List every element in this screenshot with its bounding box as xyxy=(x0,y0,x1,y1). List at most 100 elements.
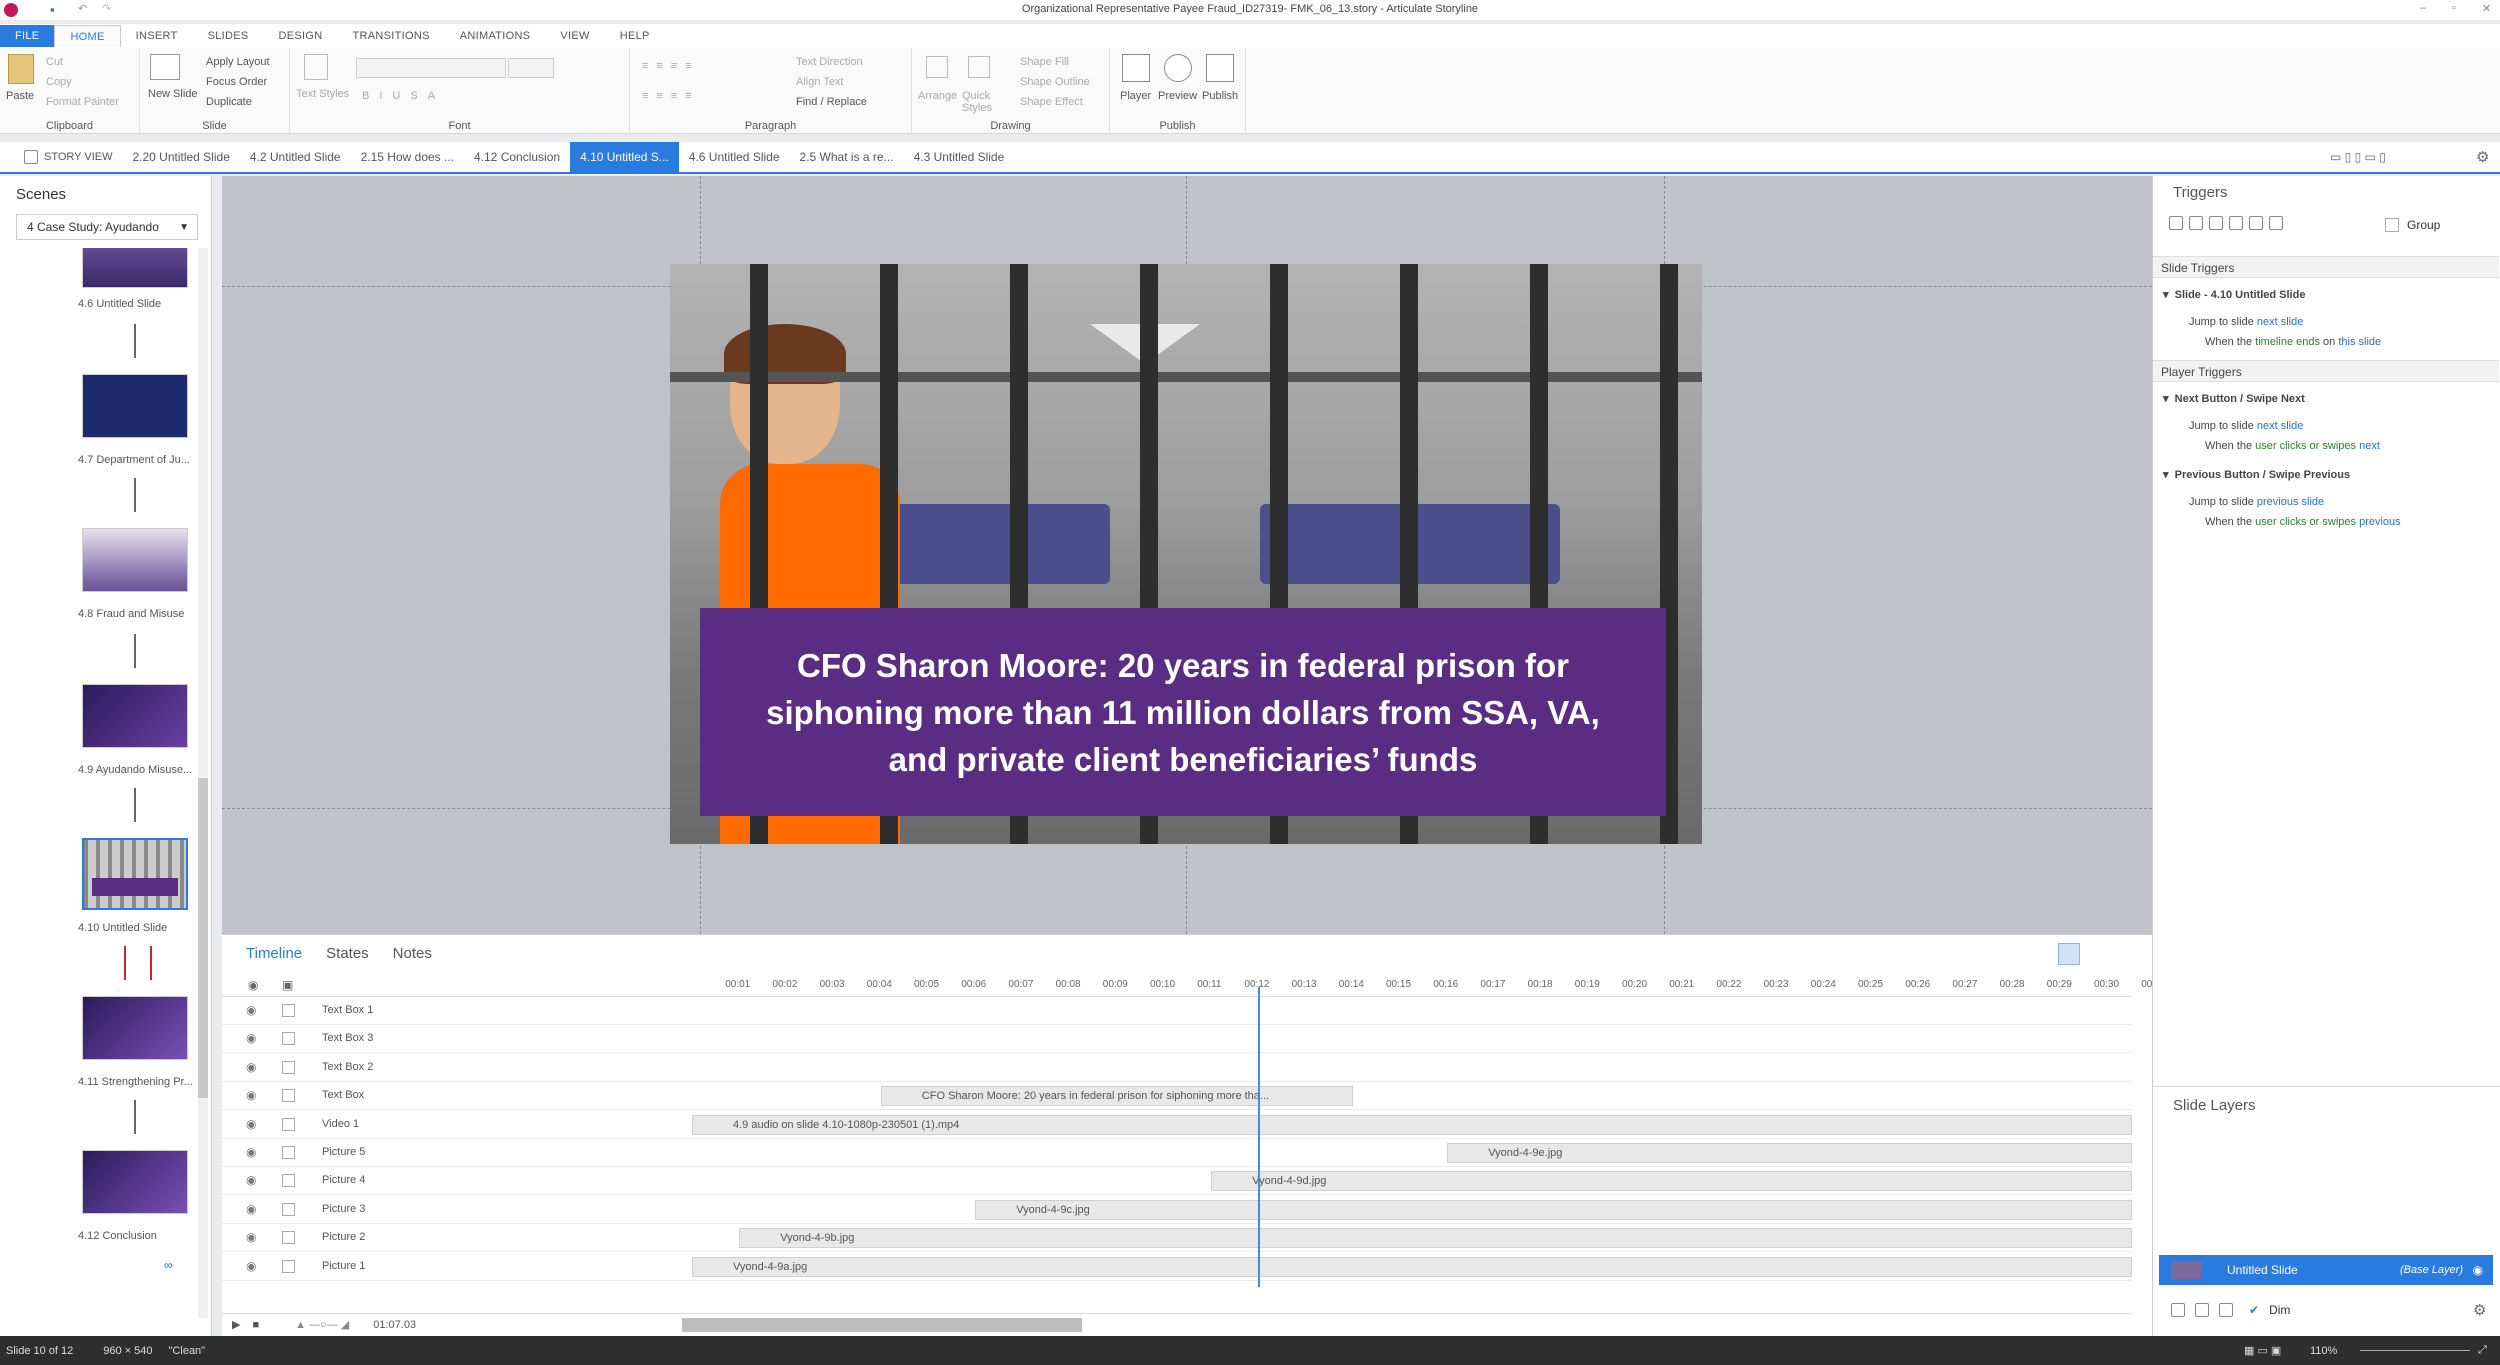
zoom-slider[interactable] xyxy=(2360,1350,2470,1351)
tab-home[interactable]: HOME xyxy=(54,25,121,47)
slide-tab[interactable]: 2.15 How does ... xyxy=(351,142,464,172)
lock-checkbox[interactable] xyxy=(282,1032,295,1046)
zoom-slider[interactable]: ▲ —○— ◢ xyxy=(295,1318,349,1331)
timeline-row[interactable]: ◉ Text Box 2 xyxy=(222,1054,2132,1082)
stop-icon[interactable]: ■ xyxy=(252,1319,259,1331)
paste-trigger-icon[interactable] xyxy=(2229,216,2243,230)
eye-icon[interactable]: ◉ xyxy=(246,1145,256,1159)
slide-tab[interactable]: 4.12 Conclusion xyxy=(464,142,570,172)
font-format-buttons[interactable]: BIUSA xyxy=(362,90,445,102)
timeline-row[interactable]: ◉ Text Box 3 xyxy=(222,1025,2132,1054)
timeline-object-bar[interactable]: CFO Sharon Moore: 20 years in federal pr… xyxy=(880,1086,1353,1107)
new-layer-icon[interactable] xyxy=(2171,1303,2185,1317)
duplicate-layer-icon[interactable] xyxy=(2195,1303,2209,1317)
timeline-row[interactable]: ◉ Picture 3 Vyond-4-9c.jpg xyxy=(222,1196,2132,1224)
new-trigger-icon[interactable] xyxy=(2169,216,2183,230)
timeline-object-bar[interactable]: Vyond-4-9e.jpg xyxy=(1447,1143,2132,1163)
new-slide-icon[interactable] xyxy=(150,54,180,80)
copy-button[interactable]: Copy xyxy=(46,76,72,88)
find-replace-button[interactable]: Find / Replace xyxy=(796,96,867,108)
eye-icon[interactable]: ◉ xyxy=(246,1003,256,1017)
player-triggers-header[interactable]: Player Triggers xyxy=(2153,360,2499,382)
font-size-select[interactable] xyxy=(508,58,554,78)
group-checkbox[interactable] xyxy=(2385,218,2399,232)
tab-insert[interactable]: INSERT xyxy=(121,25,193,47)
tab-help[interactable]: HELP xyxy=(605,25,665,47)
tab-view[interactable]: VIEW xyxy=(545,25,604,47)
slide[interactable]: CFO Sharon Moore: 20 years in federal pr… xyxy=(670,264,1702,844)
minimize-icon[interactable]: – xyxy=(2420,2,2426,14)
tab-slides[interactable]: SLIDES xyxy=(193,25,264,47)
slide-tab[interactable]: 4.2 Untitled Slide xyxy=(240,142,351,172)
slide-thumbnail[interactable] xyxy=(82,684,188,748)
slide-thumbnail[interactable] xyxy=(82,374,188,438)
duplicate-button[interactable]: Duplicate xyxy=(206,96,252,108)
base-layer-row[interactable]: Untitled Slide (Base Layer) ◉ xyxy=(2159,1255,2493,1285)
slide-trigger-group[interactable]: ▾ Slide - 4.10 Untitled Slide xyxy=(2163,288,2305,301)
apply-layout-button[interactable]: Apply Layout xyxy=(206,56,270,68)
shape-effect-button[interactable]: Shape Effect xyxy=(1020,96,1083,108)
slide-thumbnail[interactable] xyxy=(82,996,188,1060)
slide-tab-active[interactable]: 4.10 Untitled S... xyxy=(570,142,679,172)
view-mode-icons[interactable]: ▦ ▭ ▣ xyxy=(2244,1344,2281,1357)
timeline-scrollbar[interactable] xyxy=(682,1318,1082,1332)
tab-states[interactable]: States xyxy=(326,945,369,962)
quick-styles-icon[interactable] xyxy=(968,56,990,78)
shape-outline-button[interactable]: Shape Outline xyxy=(1020,76,1090,88)
lock-checkbox[interactable] xyxy=(282,1174,295,1188)
timeline-row[interactable]: ◉ Picture 1 Vyond-4-9a.jpg xyxy=(222,1253,2132,1281)
tab-timeline[interactable]: Timeline xyxy=(246,945,302,962)
dim-checkbox[interactable]: ✔ xyxy=(2249,1303,2259,1317)
caption-box[interactable]: CFO Sharon Moore: 20 years in federal pr… xyxy=(700,608,1666,816)
playhead[interactable] xyxy=(1258,987,1261,1287)
align-text-button[interactable]: Align Text xyxy=(796,76,844,88)
lock-checkbox[interactable] xyxy=(282,1202,295,1216)
delete-layer-icon[interactable] xyxy=(2219,1303,2233,1317)
timeline-options-icon[interactable] xyxy=(2058,943,2080,965)
settings-gear-icon[interactable]: ⚙ xyxy=(2476,148,2489,166)
slide-thumbnail[interactable] xyxy=(82,528,188,592)
slide-tab[interactable]: 4.6 Untitled Slide xyxy=(679,142,790,172)
fit-window-icon[interactable]: ⤢ xyxy=(2478,1344,2487,1357)
timeline-row[interactable]: ◉ Picture 4 Vyond-4-9d.jpg xyxy=(222,1167,2132,1196)
timeline-row[interactable]: ◉ Text Box 1 xyxy=(222,997,2132,1025)
slide-thumbnail[interactable] xyxy=(82,1150,188,1214)
delete-trigger-icon[interactable] xyxy=(2249,216,2263,230)
prev-button-trigger-group[interactable]: ▾ Previous Button / Swipe Previous xyxy=(2163,468,2350,481)
timeline-object-bar[interactable]: Vyond-4-9d.jpg xyxy=(1211,1171,2132,1192)
close-icon[interactable]: ✕ xyxy=(2482,2,2491,15)
lock-checkbox[interactable] xyxy=(282,1089,295,1103)
copy-trigger-icon[interactable] xyxy=(2209,216,2223,230)
preview-button[interactable]: Preview xyxy=(1158,90,1197,102)
text-direction-button[interactable]: Text Direction xyxy=(796,56,863,68)
timeline-ruler[interactable]: ◉ ▣ 00:01 00:02 00:03 00:04 00:05 00:06 00:07 0… xyxy=(222,975,2391,997)
timeline-row[interactable]: ◉ Picture 5 Vyond-4-9e.jpg xyxy=(222,1139,2132,1167)
slide-tab[interactable]: 4.3 Untitled Slide xyxy=(904,142,1015,172)
paste-icon[interactable] xyxy=(8,54,34,84)
eye-icon[interactable]: ◉ xyxy=(246,1230,256,1244)
tab-story-view[interactable]: STORY VIEW xyxy=(0,142,122,172)
eye-icon[interactable]: ◉ xyxy=(246,1259,256,1273)
publish-button[interactable]: Publish xyxy=(1202,90,1238,102)
tab-notes[interactable]: Notes xyxy=(393,945,432,962)
timeline-row[interactable]: ◉ Picture 2 Vyond-4-9b.jpg xyxy=(222,1224,2132,1253)
trigger-1[interactable]: Jump to slide next slide xyxy=(2189,316,2303,328)
timeline-object-bar[interactable]: Vyond-4-9b.jpg xyxy=(739,1228,2132,1249)
text-styles-button[interactable]: Text Styles xyxy=(296,88,349,100)
lock-checkbox[interactable] xyxy=(282,1117,295,1131)
timeline-object-bar[interactable]: 4.9 audio on slide 4.10-1080p-230501 (1)… xyxy=(692,1114,2132,1135)
font-family-select[interactable] xyxy=(356,58,506,78)
list-buttons[interactable]: ≡≡≡≡ xyxy=(642,60,700,72)
shape-fill-button[interactable]: Shape Fill xyxy=(1020,56,1069,68)
text-styles-icon[interactable] xyxy=(304,54,328,80)
layer-settings-gear-icon[interactable]: ⚙ xyxy=(2473,1301,2486,1319)
eye-icon[interactable]: ◉ xyxy=(246,1031,256,1045)
lock-checkbox[interactable] xyxy=(282,1231,295,1245)
arrange-button[interactable]: Arrange xyxy=(918,90,957,102)
trigger-2[interactable]: Jump to slide next slide xyxy=(2189,420,2303,432)
paste-button[interactable]: Paste xyxy=(6,90,34,102)
timeline-row[interactable]: ◉ Text Box CFO Sharon Moore: 20 years in f… xyxy=(222,1082,2132,1111)
eye-icon[interactable]: ◉ xyxy=(246,1060,256,1074)
format-painter-button[interactable]: Format Painter xyxy=(46,96,119,108)
cut-button[interactable]: Cut xyxy=(46,56,63,68)
